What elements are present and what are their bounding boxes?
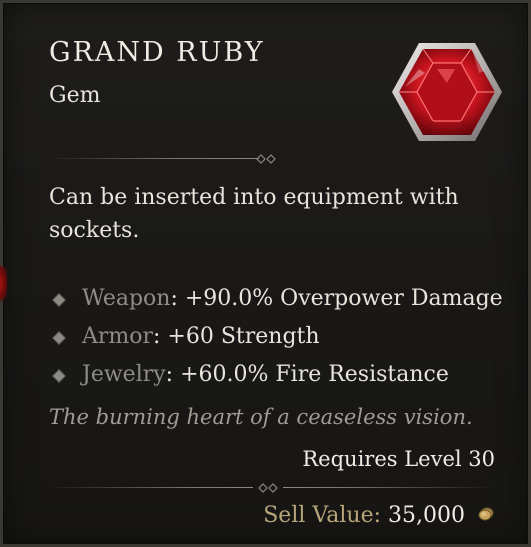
item-type: Gem bbox=[49, 83, 101, 108]
affix-effect: : +60 Strength bbox=[153, 324, 320, 349]
flavor-text: The burning heart of a ceaseless vision. bbox=[49, 405, 473, 429]
item-description: Can be inserted into equipment with sock… bbox=[49, 185, 459, 243]
affix-slot-label: Jewelry bbox=[82, 362, 166, 387]
sell-value-amount: 35,000 bbox=[388, 503, 465, 528]
gold-coin-icon bbox=[478, 507, 494, 521]
sell-value: Sell Value: 35,000 bbox=[263, 503, 494, 528]
item-tooltip: GRAND RUBY Gem Can be inserted into equi… bbox=[0, 0, 531, 547]
affix-slot-label: Armor bbox=[82, 324, 154, 349]
adjacent-panel-glow bbox=[0, 265, 7, 301]
level-requirement: Requires Level 30 bbox=[302, 447, 495, 471]
affix-slot-label: Weapon bbox=[82, 286, 171, 311]
diamond-bullet-icon bbox=[53, 294, 65, 306]
footer-divider bbox=[47, 482, 495, 494]
affix-effect: : +90.0% Overpower Damage bbox=[170, 286, 503, 311]
diamond-bullet-icon bbox=[53, 370, 65, 382]
red-gem-icon bbox=[392, 43, 502, 141]
affix-effect: : +60.0% Fire Resistance bbox=[165, 362, 449, 387]
item-name: GRAND RUBY bbox=[49, 37, 265, 68]
header-divider bbox=[47, 153, 287, 165]
diamond-bullet-icon bbox=[53, 332, 65, 344]
sell-value-label: Sell Value: bbox=[263, 503, 382, 528]
